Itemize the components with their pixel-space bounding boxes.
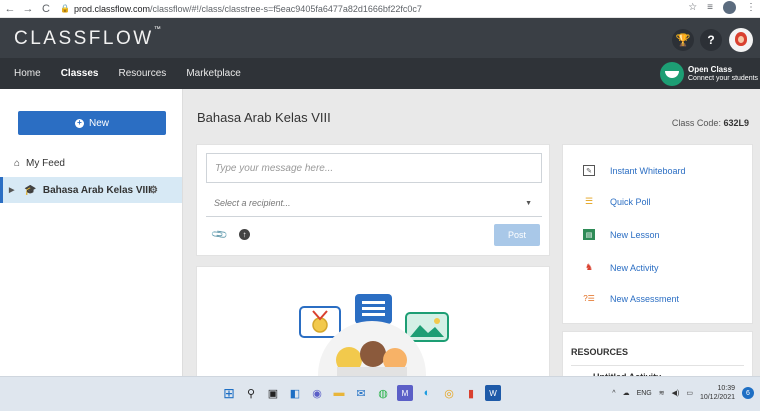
tool-new-lesson[interactable]: ▤ New Lesson <box>583 229 660 240</box>
activity-icon: ♞ <box>584 262 594 272</box>
search-icon[interactable]: ⚲ <box>243 385 259 401</box>
poll-icon: ☰ <box>584 196 594 206</box>
sidebar: + New ⌂ My Feed ▶ 🎓 Bahasa Arab Kelas VI… <box>0 89 183 376</box>
nav-classes[interactable]: Classes <box>51 58 109 89</box>
open-class-title: Open Class <box>688 64 733 74</box>
classflow-logo[interactable]: CLASSFLOW™ <box>14 26 161 50</box>
chevron-up-icon[interactable]: ^ <box>612 390 615 397</box>
lesson-icon: ▤ <box>583 229 595 240</box>
battery-icon[interactable]: ▭ <box>686 389 693 397</box>
caret-right-icon[interactable]: ▶ <box>9 186 14 194</box>
address-bar[interactable]: 🔒 prod.classflow.com /classflow/#!/class… <box>60 1 422 17</box>
language-indicator[interactable]: ENG <box>637 390 652 397</box>
volume-icon[interactable]: ◀) <box>672 389 680 397</box>
mail-icon[interactable]: ✉ <box>353 385 369 401</box>
cloud-icon[interactable]: ☁ <box>623 389 630 397</box>
lock-icon: 🔒 <box>60 4 70 13</box>
task-view-icon[interactable]: ▣ <box>265 385 281 401</box>
open-class-icon <box>660 61 684 86</box>
class-code-value: 632L9 <box>723 118 749 128</box>
tool-label: New Lesson <box>610 229 660 240</box>
page-title: Bahasa Arab Kelas VIII <box>197 110 331 125</box>
upload-icon[interactable]: ↑ <box>239 229 250 240</box>
sidebar-item-label: Bahasa Arab Kelas VIII <box>42 184 151 196</box>
browser-menu-icon[interactable]: ⋮ <box>746 2 756 13</box>
class-code: Class Code: 632L9 <box>671 118 749 128</box>
reload-icon[interactable]: C <box>38 1 54 17</box>
system-tray: ^ ☁ ENG ≋ ◀) ▭ 10:39 10/12/2021 6 <box>612 384 754 402</box>
tool-label: New Assessment <box>610 293 680 304</box>
assessment-icon: ?☰ <box>583 294 595 303</box>
sidebar-item-my-feed[interactable]: ⌂ My Feed <box>14 158 65 169</box>
word-icon[interactable]: W <box>485 385 501 401</box>
divider <box>571 365 744 366</box>
tools-panel: ✎ Instant Whiteboard ☰ Quick Poll ▤ New … <box>562 144 753 324</box>
bookmark-star-icon[interactable]: ☆ <box>688 2 697 13</box>
message-composer: Type your message here... Select a recip… <box>196 144 550 256</box>
nav-marketplace[interactable]: Marketplace <box>176 58 250 89</box>
feed-illustration <box>299 294 449 379</box>
chat-icon[interactable]: ◉ <box>309 385 325 401</box>
nav-home[interactable]: Home <box>0 58 51 89</box>
forward-icon[interactable]: → <box>20 1 36 17</box>
reading-list-icon[interactable]: ≡ <box>707 2 713 13</box>
url-path: /classflow/#!/class/classtree-s=f5eac940… <box>150 3 422 14</box>
user-avatar[interactable] <box>729 28 753 52</box>
trophy-icon[interactable]: 🏆 <box>672 29 694 51</box>
main-nav: Home Classes Resources Marketplace <box>0 58 760 89</box>
browser-toolbar: ← → C 🔒 prod.classflow.com /classflow/#!… <box>0 0 760 18</box>
post-button[interactable]: Post <box>494 224 540 246</box>
url-host: prod.classflow.com <box>73 3 150 14</box>
whiteboard-icon: ✎ <box>583 165 595 176</box>
sidebar-item-class[interactable]: ▶ 🎓 Bahasa Arab Kelas VIII ⚙ <box>0 177 182 203</box>
windows-taskbar: ⊞ ⚲ ▣ ◧ ◉ ▬ ✉ ◍ M ◐ ◎ ▮ W ^ ☁ ENG ≋ ◀) ▭… <box>0 376 760 411</box>
feed-illustration-card <box>196 266 550 380</box>
tool-instant-whiteboard[interactable]: ✎ Instant Whiteboard <box>583 165 686 176</box>
wifi-icon[interactable]: ≋ <box>659 389 665 397</box>
windows-start-icon[interactable]: ⊞ <box>221 385 237 401</box>
paperclip-icon[interactable]: 📎 <box>210 225 229 244</box>
tool-quick-poll[interactable]: ☰ Quick Poll <box>583 196 651 207</box>
notification-badge[interactable]: 6 <box>742 387 754 399</box>
browser-profile-avatar[interactable] <box>723 1 736 14</box>
office-icon[interactable]: ▮ <box>463 385 479 401</box>
sidebar-item-label: My Feed <box>26 158 65 169</box>
open-class-button[interactable]: Open Class Connect your students <box>658 58 760 89</box>
plus-icon: + <box>74 118 84 128</box>
tool-label: Instant Whiteboard <box>610 165 686 176</box>
help-icon[interactable]: ? <box>700 29 722 51</box>
nav-resources[interactable]: Resources <box>109 58 177 89</box>
whatsapp-icon[interactable]: ◍ <box>375 385 391 401</box>
new-button-label: New <box>88 117 109 129</box>
widgets-icon[interactable]: ◧ <box>287 385 303 401</box>
open-class-subtitle: Connect your students <box>688 74 759 82</box>
feed-icon: ⌂ <box>14 158 21 169</box>
tool-new-activity[interactable]: ♞ New Activity <box>583 262 659 273</box>
edge-icon[interactable]: ◐ <box>419 385 435 401</box>
app-icon[interactable]: M <box>397 385 413 401</box>
recipient-select[interactable]: Select a recipient... ▼ <box>206 190 542 217</box>
back-icon[interactable]: ← <box>2 1 18 17</box>
clock[interactable]: 10:39 10/12/2021 <box>700 384 735 402</box>
chrome-icon[interactable]: ◎ <box>441 385 457 401</box>
tool-label: Quick Poll <box>610 196 651 207</box>
app-header: CLASSFLOW™ 🏆 ? <box>0 18 760 58</box>
chevron-down-icon: ▼ <box>525 199 532 207</box>
tool-label: New Activity <box>610 262 659 273</box>
gear-icon[interactable]: ⚙ <box>149 185 158 196</box>
file-explorer-icon[interactable]: ▬ <box>331 385 347 401</box>
new-button[interactable]: + New <box>18 111 166 135</box>
graduation-cap-icon: 🎓 <box>24 184 37 196</box>
resources-heading: RESOURCES <box>571 347 629 357</box>
message-input[interactable]: Type your message here... <box>206 153 542 183</box>
tool-new-assessment[interactable]: ?☰ New Assessment <box>583 293 679 304</box>
